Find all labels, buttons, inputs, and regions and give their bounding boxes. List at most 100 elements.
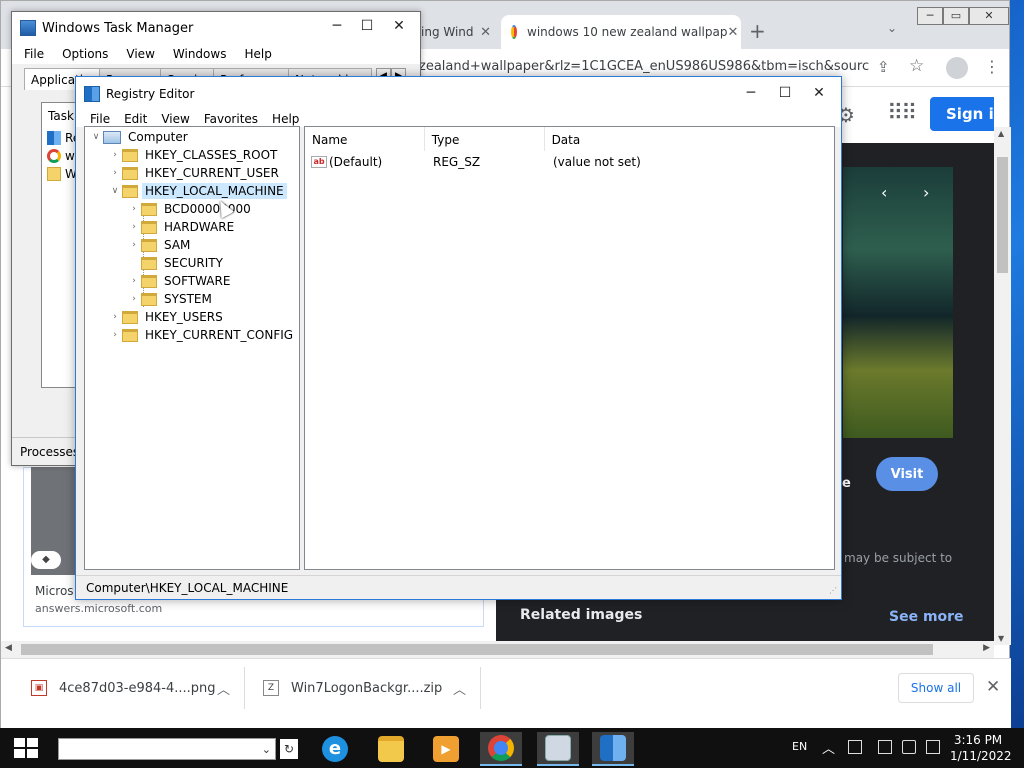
scroll-thumb[interactable] bbox=[997, 157, 1008, 273]
list-item[interactable]: w bbox=[47, 149, 75, 163]
scroll-left-icon[interactable]: ◀ bbox=[5, 643, 12, 653]
visit-button[interactable]: Visit bbox=[876, 457, 938, 491]
taskbar-task-manager[interactable] bbox=[537, 732, 579, 766]
chevron-right-icon[interactable]: › bbox=[108, 150, 122, 160]
close-tab-icon[interactable]: ✕ bbox=[480, 25, 491, 40]
minimize-button[interactable]: ─ bbox=[322, 18, 352, 34]
tree-node-sam[interactable]: › SAM bbox=[127, 236, 193, 254]
menu-view[interactable]: View bbox=[161, 112, 189, 126]
close-button[interactable]: ✕ bbox=[804, 85, 834, 101]
menu-windows[interactable]: Windows bbox=[173, 47, 227, 61]
chevron-up-icon[interactable]: ︿ bbox=[217, 679, 230, 698]
tree-node-system[interactable]: › SYSTEM bbox=[127, 290, 215, 308]
chevron-right-icon[interactable]: › bbox=[127, 240, 141, 250]
chevron-right-icon[interactable]: › bbox=[923, 183, 929, 202]
tree-node-bcd[interactable]: › BCD00000000 bbox=[127, 200, 254, 218]
taskbar-edge[interactable]: e bbox=[314, 732, 356, 766]
tree-node-hkcu[interactable]: › HKEY_CURRENT_USER bbox=[108, 164, 282, 182]
menu-options[interactable]: Options bbox=[62, 47, 108, 61]
scroll-right-icon[interactable]: ▶ bbox=[983, 643, 990, 653]
more-menu-icon[interactable]: ⋮ bbox=[984, 57, 1000, 76]
apps-grid-icon[interactable]: ⠿⠿ bbox=[887, 101, 917, 126]
taskbar-file-explorer[interactable] bbox=[370, 732, 412, 766]
refresh-icon[interactable]: ↻ bbox=[280, 739, 298, 759]
show-all-button[interactable]: Show all bbox=[898, 673, 974, 703]
see-more-link[interactable]: See more bbox=[889, 609, 964, 625]
chevron-down-icon[interactable]: ∨ bbox=[89, 132, 103, 142]
chrome-tab-1[interactable]: ing Wind ✕ bbox=[411, 15, 501, 49]
chevron-up-icon[interactable]: ︿ bbox=[453, 679, 466, 698]
address-bar[interactable]: zealand+wallpaper&rlz=1C1GCEA_enUS986US9… bbox=[419, 59, 869, 74]
horizontal-scrollbar[interactable]: ◀ ▶ bbox=[1, 641, 994, 658]
tree-node-computer[interactable]: ∨ Computer bbox=[89, 128, 191, 146]
maximize-button[interactable]: ☐ bbox=[770, 85, 800, 101]
vertical-scrollbar[interactable]: ▲ ▼ bbox=[994, 127, 1011, 645]
chevron-right-icon[interactable]: › bbox=[127, 222, 141, 232]
chevron-right-icon[interactable]: › bbox=[108, 330, 122, 340]
menu-help[interactable]: Help bbox=[272, 112, 299, 126]
chevron-right-icon[interactable]: › bbox=[127, 204, 141, 214]
menu-view[interactable]: View bbox=[126, 47, 154, 61]
close-button[interactable]: ✕ bbox=[969, 7, 1009, 25]
taskbar-media-player[interactable]: ▶ bbox=[425, 732, 467, 766]
volume-icon[interactable] bbox=[902, 740, 916, 754]
menu-file[interactable]: File bbox=[24, 47, 44, 61]
registry-editor-titlebar[interactable]: Registry Editor ─ ☐ ✕ bbox=[76, 77, 841, 111]
scroll-down-icon[interactable]: ▼ bbox=[998, 634, 1004, 643]
menu-edit[interactable]: Edit bbox=[124, 112, 147, 126]
tree-node-software[interactable]: › SOFTWARE bbox=[127, 272, 233, 290]
taskbar-registry-editor[interactable] bbox=[592, 732, 634, 766]
chevron-right-icon[interactable]: › bbox=[127, 294, 141, 304]
chevron-down-icon[interactable]: ∨ bbox=[108, 186, 122, 196]
chevron-right-icon[interactable]: › bbox=[127, 276, 141, 286]
menu-favorites[interactable]: Favorites bbox=[204, 112, 258, 126]
notification-icon[interactable] bbox=[926, 740, 940, 754]
taskbar-chrome[interactable] bbox=[480, 732, 522, 766]
chevron-right-icon[interactable]: › bbox=[108, 168, 122, 178]
download-item[interactable]: ▣ 4ce87d03-e984-4....png ︿ bbox=[31, 667, 245, 709]
share-icon[interactable]: ⇪ bbox=[877, 58, 890, 76]
tree-node-hku[interactable]: › HKEY_USERS bbox=[108, 308, 226, 326]
chevron-up-icon[interactable]: ︿ bbox=[822, 738, 835, 757]
download-item[interactable]: Z Win7LogonBackgr....zip ︿ bbox=[263, 667, 481, 709]
close-icon[interactable]: ✕ bbox=[986, 677, 1000, 697]
chrome-tab-2[interactable]: windows 10 new zealand wallpap ✕ bbox=[501, 15, 741, 49]
resize-grip-icon[interactable]: ⋰ bbox=[829, 586, 837, 595]
close-button[interactable]: ✕ bbox=[384, 18, 414, 34]
column-header-task[interactable]: Task bbox=[48, 109, 74, 123]
taskbar-search-box[interactable]: ⌄ bbox=[58, 738, 276, 760]
chevron-right-icon[interactable]: › bbox=[108, 312, 122, 322]
tablet-icon[interactable] bbox=[848, 740, 862, 754]
tree-node-hkcc[interactable]: › HKEY_CURRENT_CONFIG bbox=[108, 326, 296, 344]
network-icon[interactable] bbox=[878, 740, 892, 754]
scroll-thumb[interactable] bbox=[21, 644, 933, 655]
bookmark-star-icon[interactable]: ☆ bbox=[909, 56, 924, 76]
menu-file[interactable]: File bbox=[90, 112, 110, 126]
close-tab-icon[interactable]: ✕ bbox=[727, 25, 738, 40]
restore-button[interactable]: ▭ bbox=[943, 7, 969, 25]
start-button[interactable] bbox=[14, 738, 38, 758]
scroll-up-icon[interactable]: ▲ bbox=[998, 129, 1004, 138]
maximize-button[interactable]: ☐ bbox=[352, 18, 382, 34]
preview-image[interactable] bbox=[843, 167, 953, 438]
registry-tree[interactable]: ∨ Computer › HKEY_CLASSES_ROOT › HKEY_CU… bbox=[84, 126, 300, 570]
tree-node-hardware[interactable]: › HARDWARE bbox=[127, 218, 237, 236]
menu-help[interactable]: Help bbox=[244, 47, 271, 61]
tree-node-hklm[interactable]: ∨ HKEY_LOCAL_MACHINE bbox=[108, 182, 287, 200]
list-item[interactable]: W bbox=[47, 167, 77, 181]
minimize-button[interactable]: ─ bbox=[917, 7, 943, 25]
tree-node-security[interactable]: SECURITY bbox=[127, 254, 226, 272]
values-list[interactable]: Name Type Data ab (Default) REG_SZ (valu… bbox=[304, 126, 835, 570]
profile-avatar-icon[interactable] bbox=[946, 57, 968, 79]
chevron-down-icon[interactable]: ⌄ bbox=[262, 743, 271, 756]
system-clock[interactable]: 3:16 PM 1/11/2022 bbox=[950, 732, 1012, 764]
input-language[interactable]: EN bbox=[792, 740, 807, 753]
chevron-left-icon[interactable]: ‹ bbox=[881, 183, 887, 202]
new-tab-icon[interactable]: + bbox=[749, 19, 766, 43]
task-manager-titlebar[interactable]: Windows Task Manager ─ ☐ ✕ bbox=[12, 12, 420, 44]
result-title[interactable]: Micros bbox=[35, 584, 74, 598]
column-header-data[interactable]: Data bbox=[545, 127, 834, 151]
chevron-down-icon[interactable]: ⌄ bbox=[887, 21, 897, 35]
table-row[interactable]: ab (Default) REG_SZ (value not set) bbox=[305, 153, 753, 171]
sign-in-button[interactable]: Sign in bbox=[930, 97, 994, 131]
